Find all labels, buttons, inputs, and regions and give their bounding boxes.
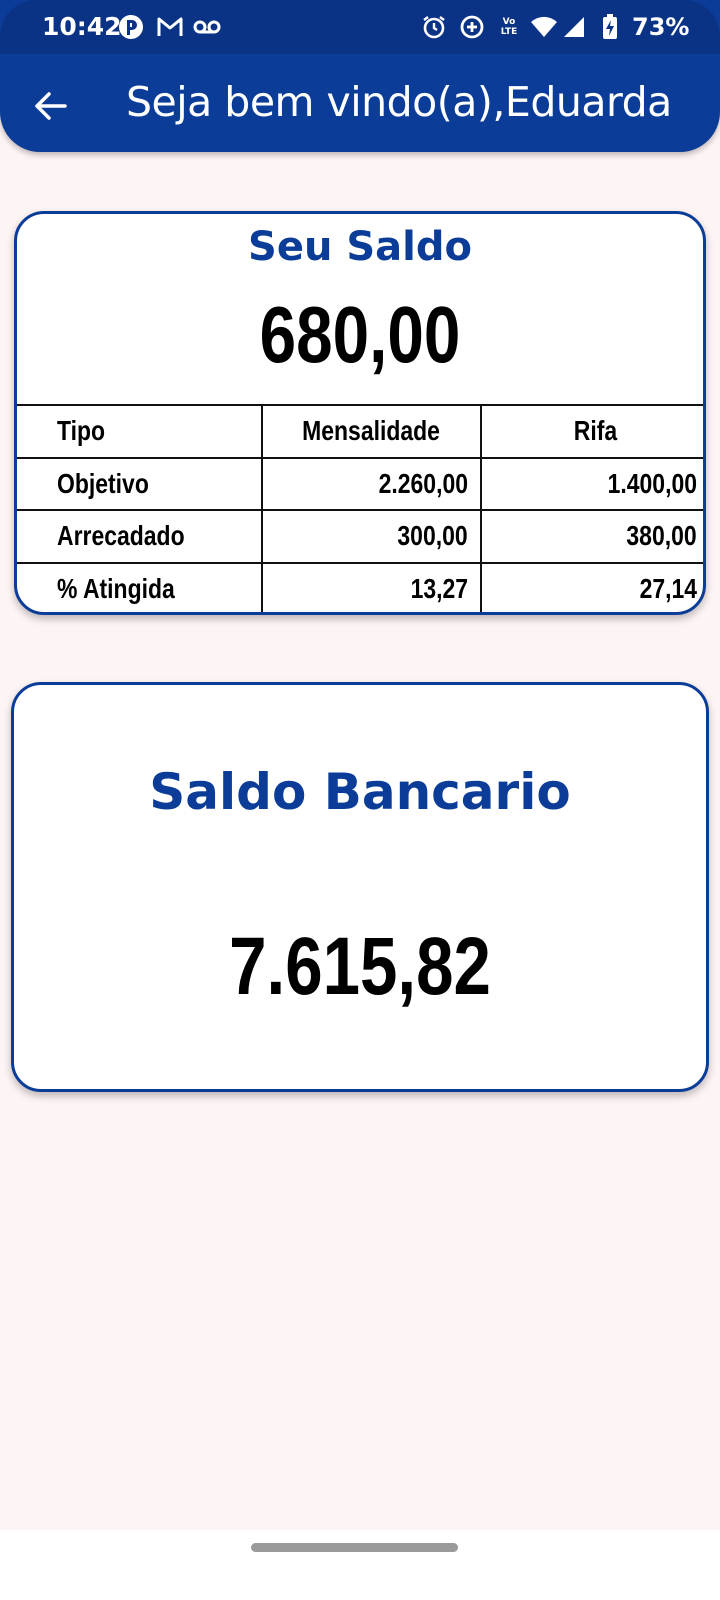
status-bar: 10:42 Vo LTE 73%: [0, 0, 720, 54]
gmail-icon: [156, 14, 184, 40]
table-cell: 380,00: [480, 509, 703, 564]
app-p-icon: [118, 14, 144, 40]
voicemail-icon: [193, 14, 221, 40]
table-cell: 1.400,00: [480, 456, 703, 511]
home-gesture-bar[interactable]: [251, 1543, 458, 1552]
signal-icon: [562, 14, 586, 40]
table-header-cell: Rifa: [480, 404, 703, 459]
back-button[interactable]: [24, 80, 76, 132]
page-title: Seja bem vindo(a),Eduarda: [126, 78, 672, 126]
arrow-back-icon: [35, 92, 67, 120]
table-cell: Objetivo: [17, 456, 263, 511]
table-cell: % Atingida: [17, 561, 263, 612]
app-bar: 10:42 Vo LTE 73% Seja bem vindo(a),Eduar…: [0, 0, 720, 152]
table-row: % Atingida 13,27 27,14: [17, 561, 703, 612]
table-header-row: Tipo Mensalidade Rifa: [17, 404, 703, 459]
table-row: Arrecadado 300,00 380,00: [17, 509, 703, 564]
wifi-icon: [530, 14, 558, 40]
balance-card-title: Seu Saldo: [248, 224, 472, 270]
volte-icon: Vo LTE: [500, 17, 518, 37]
alarm-icon: [421, 14, 447, 40]
table-header-cell: Mensalidade: [261, 404, 482, 459]
bank-balance-card: Saldo Bancario 7.615,82: [11, 682, 709, 1092]
table-cell: 2.260,00: [261, 456, 482, 511]
balance-table: Tipo Mensalidade Rifa Objetivo 2.260,00 …: [17, 404, 703, 612]
status-time: 10:42: [42, 12, 122, 41]
table-cell: 300,00: [261, 509, 482, 564]
battery-percent: 73%: [632, 13, 690, 41]
table-cell: 27,14: [480, 561, 703, 612]
balance-card: Seu Saldo 680,00 Tipo Mensalidade Rifa O…: [14, 211, 706, 615]
data-saver-icon: [459, 14, 485, 40]
table-row: Objetivo 2.260,00 1.400,00: [17, 456, 703, 511]
table-cell: 13,27: [261, 561, 482, 612]
battery-charging-icon: [602, 14, 618, 40]
bank-card-title: Saldo Bancario: [149, 763, 571, 821]
table-header-cell: Tipo: [17, 404, 263, 459]
table-cell: Arrecadado: [17, 509, 263, 564]
balance-value: 680,00: [259, 290, 461, 379]
bank-balance-value: 7.615,82: [229, 921, 491, 1012]
navigation-bar-area: [0, 1530, 720, 1600]
